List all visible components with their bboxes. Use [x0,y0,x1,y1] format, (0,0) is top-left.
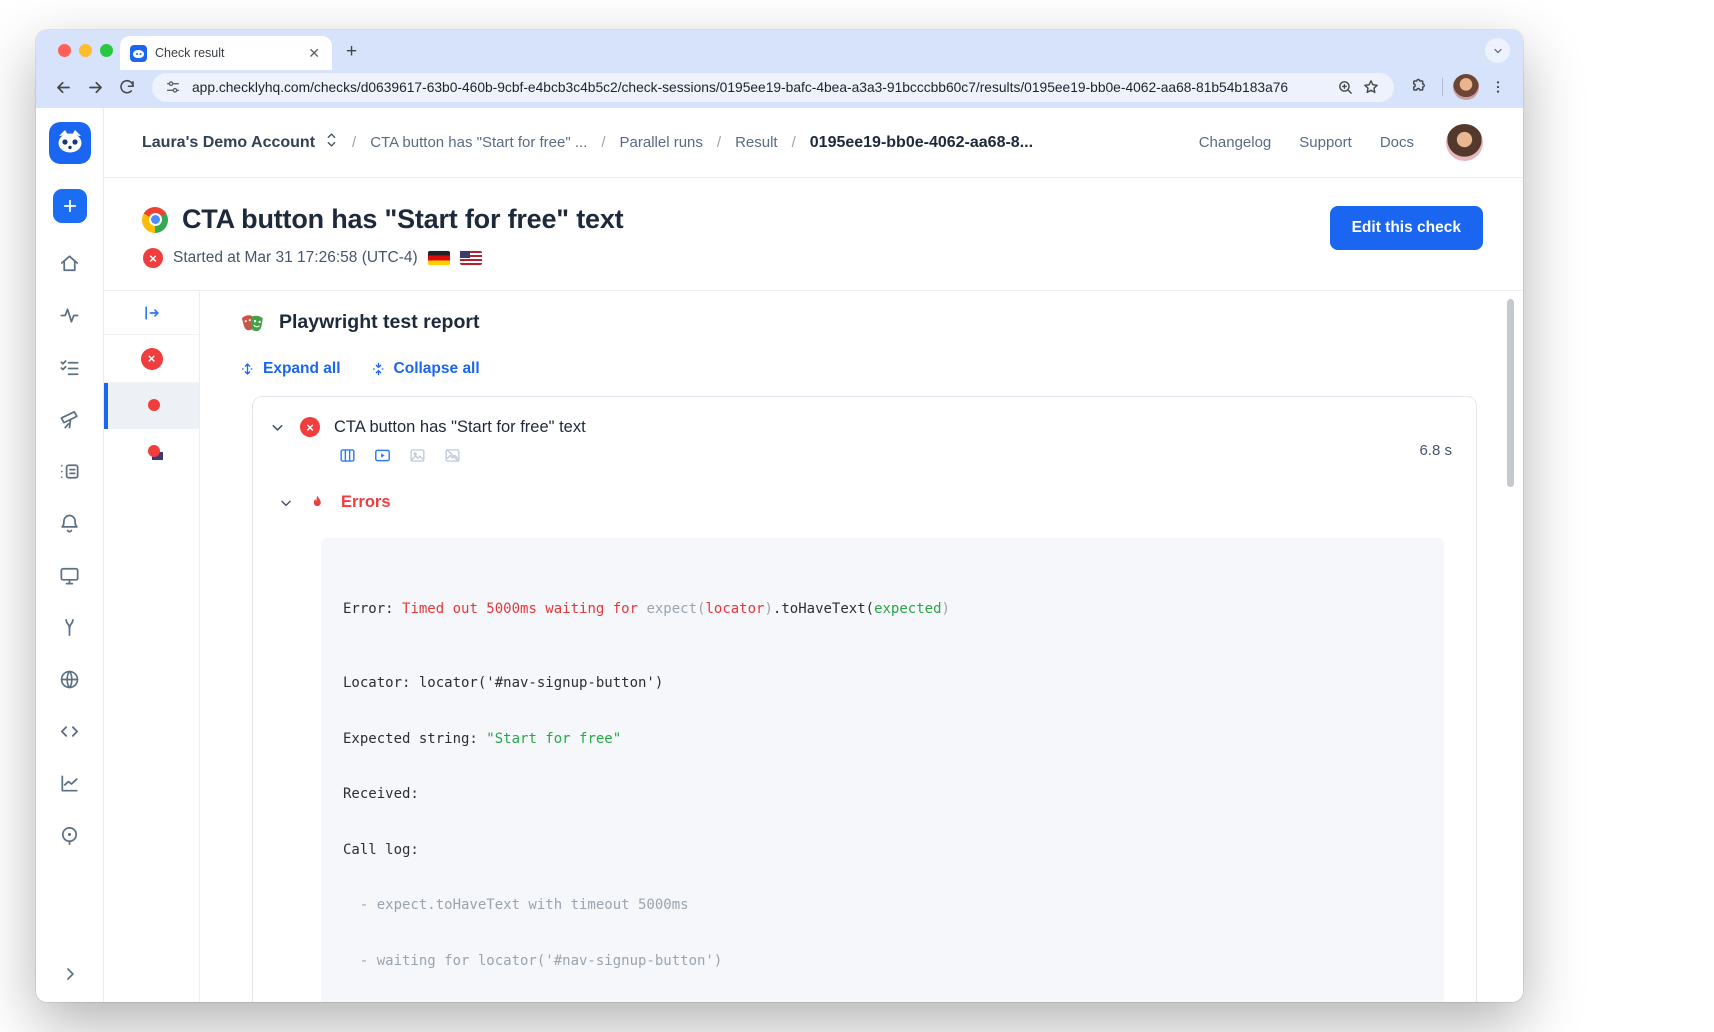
error-log: Error: Timed out 5000ms waiting for expe… [321,538,1444,1002]
forward-icon[interactable] [82,74,108,100]
dashboards-monitor-icon[interactable] [58,563,82,587]
edit-check-button[interactable]: Edit this check [1330,206,1483,250]
report-heading: Playwright test report [279,311,479,334]
tab-close-icon[interactable]: ✕ [306,44,322,62]
collapse-all-icon [371,361,386,377]
failed-run-indicator: × [104,335,199,383]
failed-dot-badge [148,445,160,457]
telescope-icon[interactable] [58,407,82,431]
run-tab-usa[interactable] [104,429,199,475]
page-title: CTA button has "Start for free" text [182,204,623,235]
site-settings-icon[interactable] [164,74,182,100]
collapse-all-button[interactable]: Collapse all [371,360,480,378]
create-new-button[interactable] [53,189,87,223]
checks-list-icon[interactable] [58,355,82,379]
alerts-bell-icon[interactable] [58,511,82,535]
failed-dot-badge [148,399,160,411]
chrome-browser-icon [142,207,168,233]
tab-strip: Check result ✕ + [36,30,1523,70]
video-icon[interactable] [373,446,392,465]
list-details-icon[interactable] [58,459,82,483]
report-panel: Playwright test report Expand all Collap… [200,291,1523,1002]
home-icon[interactable] [58,251,82,275]
result-content: × [104,291,1523,1002]
checkly-app: Laura's Demo Account / CTA button has "S… [36,108,1523,1002]
back-icon[interactable] [50,74,76,100]
browser-tab[interactable]: Check result ✕ [120,36,332,70]
breadcrumb-separator: / [601,134,605,151]
error-flame-icon [309,493,326,512]
breadcrumb-result-id: 0195ee19-bb0e-4062-aa68-8... [810,134,1033,152]
bookmark-star-icon[interactable] [1358,74,1384,100]
browser-toolbar: app.checklyhq.com/checks/d0639617-63b0-4… [36,70,1523,108]
browser-profile-avatar[interactable] [1453,74,1479,100]
account-switcher-chevrons-icon[interactable] [325,132,338,153]
docs-link[interactable]: Docs [1380,134,1414,151]
browser-window: Check result ✕ + app.checkl [36,30,1523,1002]
snippets-code-icon[interactable] [58,719,82,743]
expand-panel-button[interactable] [104,291,199,335]
screenshot-canvas: Check result ✕ + app.checkl [0,0,1714,1032]
activity-icon[interactable] [58,303,82,327]
trace-columns-icon[interactable] [338,446,357,465]
usa-flag-icon [460,251,482,265]
user-avatar[interactable] [1446,124,1483,161]
expand-panel-icon [142,303,162,323]
expand-all-button[interactable]: Expand all [240,360,341,378]
run-selector-sidebar: × [104,291,200,1002]
sidebar-expand-chevron-icon[interactable] [58,962,82,986]
url-text[interactable]: app.checklyhq.com/checks/d0639617-63b0-4… [192,80,1332,95]
checkly-logo[interactable] [49,122,91,164]
errors-heading: Errors [341,493,391,512]
screenshot-image-off-icon [443,446,462,465]
test-duration: 6.8 s [1419,442,1452,459]
browser-menu-icon[interactable] [1485,74,1511,100]
check-header: CTA button has "Start for free" text × S… [104,178,1523,291]
playwright-masks-icon [240,309,267,336]
zoom-icon[interactable] [1332,74,1358,100]
checkly-favicon [130,45,147,62]
analytics-chart-icon[interactable] [58,771,82,795]
test-name: CTA button has "Start for free" text [334,418,586,437]
breadcrumb-separator: / [717,134,721,151]
toolbar-divider [1442,78,1443,96]
new-tab-button[interactable]: + [346,41,357,63]
changelog-link[interactable]: Changelog [1199,134,1272,151]
test-failed-icon: × [300,417,320,437]
expand-all-icon [240,361,255,377]
collapse-errors-chevron-icon[interactable] [278,495,294,511]
reload-icon[interactable] [114,74,140,100]
tab-search-chevron-icon[interactable] [1485,38,1510,63]
failed-status-icon: × [143,248,163,268]
breadcrumb-result-link[interactable]: Result [735,134,778,151]
run-tab-germany[interactable] [104,383,199,429]
germany-flag-icon [428,251,450,265]
maintenance-tool-icon[interactable] [58,615,82,639]
minimize-window-button[interactable] [79,44,92,57]
account-switcher[interactable]: Laura's Demo Account [142,134,315,152]
test-report-card: × CTA button has "Start for free" text [252,396,1477,1002]
screenshot-image-icon [408,446,427,465]
primary-sidebar [36,108,104,1002]
locations-pin-icon[interactable] [58,823,82,847]
close-window-button[interactable] [58,44,71,57]
private-locations-globe-icon[interactable] [58,667,82,691]
breadcrumb-parallel-runs-link[interactable]: Parallel runs [620,134,703,151]
breadcrumb-check-link[interactable]: CTA button has "Start for free" ... [370,134,587,151]
window-controls [58,44,113,57]
collapse-test-chevron-icon[interactable] [269,419,286,436]
failed-status-icon: × [141,348,163,370]
tab-title: Check result [155,46,298,60]
fullscreen-window-button[interactable] [100,44,113,57]
started-at-text: Started at Mar 31 17:26:58 (UTC-4) [173,249,418,267]
breadcrumb-separator: / [352,134,356,151]
breadcrumb: Laura's Demo Account / CTA button has "S… [104,108,1523,178]
support-link[interactable]: Support [1299,134,1352,151]
app-main-column: Laura's Demo Account / CTA button has "S… [104,108,1523,1002]
extensions-icon[interactable] [1406,74,1432,100]
breadcrumb-separator: / [792,134,796,151]
vertical-scrollbar[interactable] [1507,299,1514,487]
url-bar[interactable]: app.checklyhq.com/checks/d0639617-63b0-4… [152,73,1394,102]
